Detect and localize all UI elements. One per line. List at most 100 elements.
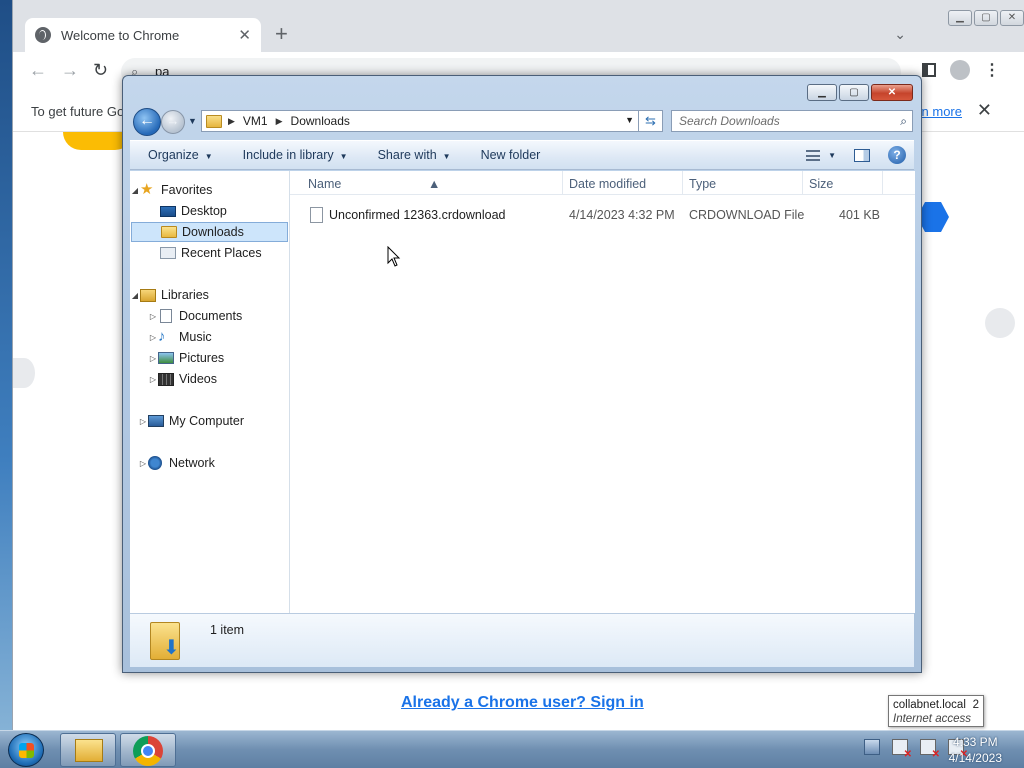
start-button[interactable] <box>8 733 44 767</box>
desktop-icon <box>160 205 176 217</box>
side-panel-icon[interactable] <box>922 63 936 77</box>
expand-triangle-icon[interactable]: ▷ <box>148 333 158 342</box>
nav-item-libraries[interactable]: ◢ Libraries <box>130 285 209 305</box>
nav-item-recent-places[interactable]: Recent Places <box>160 243 262 263</box>
chrome-tab[interactable]: Welcome to Chrome ✕ <box>25 18 261 52</box>
column-divider[interactable] <box>882 171 883 195</box>
change-view-button[interactable]: ▼ <box>806 149 836 161</box>
nav-item-my-computer[interactable]: ▷ My Computer <box>138 411 244 431</box>
file-date-modified: 4/14/2023 4:32 PM <box>569 208 675 222</box>
column-header-size[interactable]: Size <box>809 177 833 191</box>
tab-close-icon[interactable]: ✕ <box>238 26 251 44</box>
file-type: CRDOWNLOAD File <box>689 208 805 222</box>
nav-item-documents[interactable]: ▷ Documents <box>148 306 242 326</box>
command-bar-right: ▼ ? <box>806 146 906 164</box>
recent-pages-chevron-icon[interactable]: ▼ <box>188 116 197 126</box>
nav-item-videos[interactable]: ▷ Videos <box>148 369 217 389</box>
nav-item-desktop[interactable]: Desktop <box>160 201 227 221</box>
refresh-icon[interactable]: ⇆ <box>639 110 663 132</box>
downloads-folder-icon <box>161 226 177 238</box>
sort-arrow-icon: ▲ <box>428 177 441 191</box>
organize-label: Organize <box>148 148 199 162</box>
column-divider[interactable] <box>802 171 803 195</box>
organize-button[interactable]: Organize ▼ <box>148 148 213 162</box>
tab-search-chevron-icon[interactable]: ⌄ <box>894 26 906 43</box>
maximize-button[interactable]: ▢ <box>974 10 998 26</box>
clock[interactable]: 4:33 PM 4/14/2023 <box>949 734 1002 766</box>
menu-dots-icon[interactable]: ⋮ <box>984 60 1000 80</box>
back-arrow-icon[interactable]: ← <box>29 60 47 81</box>
file-list-pane: ▲ Name Date modified Type Size Unconfirm… <box>290 171 915 613</box>
breadcrumb-separator-icon[interactable]: ▶ <box>276 116 283 127</box>
forward-button[interactable]: → <box>161 110 185 134</box>
back-button[interactable]: ← <box>133 108 161 136</box>
globe-icon <box>35 27 51 43</box>
breadcrumb-item-downloads[interactable]: Downloads <box>291 114 350 128</box>
infobar-learn-more-link[interactable]: rn more <box>917 104 962 119</box>
breadcrumb-item-vm1[interactable]: VM1 <box>243 114 268 128</box>
address-bar[interactable]: ▶ VM1 ▶ Downloads ▼ <box>201 110 639 132</box>
breadcrumb-separator-icon[interactable]: ▶ <box>228 116 235 127</box>
share-with-button[interactable]: Share with ▼ <box>378 148 451 162</box>
expand-triangle-icon[interactable]: ◢ <box>130 186 140 195</box>
column-header-name[interactable]: Name <box>308 177 341 191</box>
column-divider[interactable] <box>682 171 683 195</box>
taskbar-chrome-button[interactable] <box>120 733 176 767</box>
tooltip-network-name: collabnet.local <box>893 699 966 711</box>
decorative-circle <box>13 358 35 388</box>
close-button[interactable]: ✕ <box>1000 10 1024 26</box>
search-input[interactable]: Search Downloads ⌕ <box>671 110 913 132</box>
nav-label: Music <box>179 330 212 344</box>
nav-item-network[interactable]: ▷ Network <box>138 453 215 473</box>
expand-triangle-icon[interactable]: ▷ <box>148 312 158 321</box>
preview-pane-icon[interactable] <box>854 148 870 162</box>
taskbar: 4:33 PM 4/14/2023 <box>0 730 1024 768</box>
file-row[interactable]: Unconfirmed 12363.crdownload 4/14/2023 4… <box>304 204 904 226</box>
nav-item-downloads[interactable]: Downloads <box>131 222 288 242</box>
infobar-text: To get future Go <box>31 104 125 119</box>
search-placeholder: Search Downloads <box>679 114 780 128</box>
maximize-button[interactable]: ▢ <box>839 84 869 101</box>
chevron-down-icon: ▼ <box>204 152 213 161</box>
reload-icon[interactable]: ↻ <box>93 60 108 81</box>
item-count: 1 item <box>210 623 245 637</box>
taskbar-explorer-button[interactable] <box>60 733 116 767</box>
music-icon: ♪ <box>158 328 166 345</box>
expand-triangle-icon[interactable]: ▷ <box>138 459 148 468</box>
chevron-down-icon: ▼ <box>828 150 836 160</box>
nav-label: Desktop <box>181 204 227 218</box>
forward-arrow-icon[interactable]: → <box>61 60 79 81</box>
expand-triangle-icon[interactable]: ◢ <box>130 291 140 300</box>
nav-item-favorites[interactable]: ◢ ★ Favorites <box>130 180 212 200</box>
new-tab-button[interactable]: + <box>275 23 288 45</box>
address-dropdown-icon[interactable]: ▼ <box>625 115 634 125</box>
expand-triangle-icon[interactable]: ▷ <box>138 417 148 426</box>
infobar-close-icon[interactable]: ✕ <box>977 100 992 121</box>
column-header-date-modified[interactable]: Date modified <box>569 177 646 191</box>
action-center-icon[interactable] <box>864 739 880 755</box>
tray-error-icon[interactable] <box>892 739 912 760</box>
minimize-button[interactable]: ▁ <box>807 84 837 101</box>
navigation-pane: ◢ ★ Favorites Desktop Downloads Recent P… <box>130 171 290 613</box>
include-in-library-button[interactable]: Include in library ▼ <box>243 148 348 162</box>
column-divider[interactable] <box>562 171 563 195</box>
profile-avatar-icon[interactable] <box>950 60 970 80</box>
expand-triangle-icon[interactable]: ▷ <box>148 375 158 384</box>
file-name: Unconfirmed 12363.crdownload <box>329 208 506 222</box>
minimize-button[interactable]: ▁ <box>948 10 972 26</box>
close-button[interactable]: ✕ <box>871 84 913 101</box>
expand-triangle-icon[interactable]: ▷ <box>148 354 158 363</box>
network-error-icon[interactable] <box>920 739 940 760</box>
column-header-type[interactable]: Type <box>689 177 716 191</box>
explorer-window-controls: ▁ ▢ ✕ <box>807 84 913 101</box>
chrome-signin-link[interactable]: Already a Chrome user? Sign in <box>401 694 644 712</box>
details-pane: 1 item <box>130 613 914 667</box>
file-size: 401 KB <box>839 208 881 222</box>
folder-icon <box>75 739 103 762</box>
search-icon[interactable]: ⌕ <box>900 111 907 131</box>
nav-item-pictures[interactable]: ▷ Pictures <box>148 348 224 368</box>
help-icon[interactable]: ? <box>888 146 906 164</box>
new-folder-button[interactable]: New folder <box>481 148 541 162</box>
nav-item-music[interactable]: ▷ ♪ Music <box>148 327 212 347</box>
nav-label: Pictures <box>179 351 225 365</box>
